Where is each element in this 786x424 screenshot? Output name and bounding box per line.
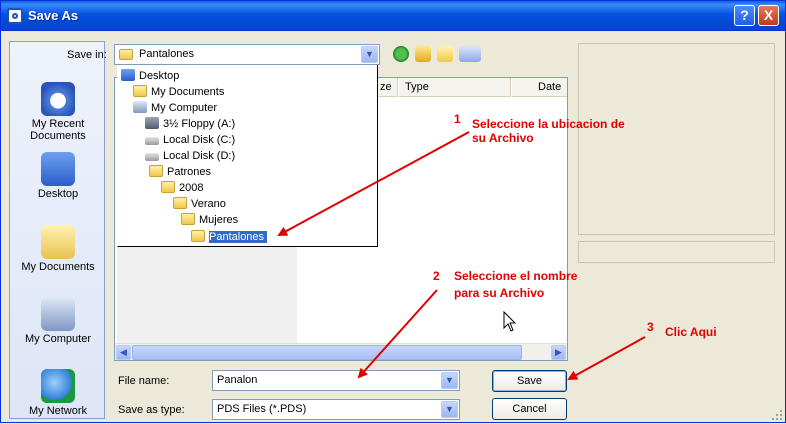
preview-info-bar: [578, 241, 775, 263]
window-title: Save As: [28, 8, 79, 23]
annotation-step1-line2: su Archivo: [472, 131, 534, 145]
file-name-input[interactable]: Panalon ▼: [212, 370, 460, 391]
save-as-type-label: Save as type:: [118, 404, 185, 416]
recent-documents-icon: [41, 82, 75, 116]
desktop-icon: [121, 69, 135, 81]
annotation-arrow-3: [567, 336, 646, 380]
folder-icon: [191, 230, 205, 242]
views-menu-icon[interactable]: [459, 46, 481, 62]
tree-item-verano[interactable]: Verano: [173, 196, 226, 212]
folder-icon: [161, 181, 175, 193]
folder-icon: [181, 213, 195, 225]
selected-folder-label: Pantalones: [209, 231, 268, 243]
tree-item-mujeres[interactable]: Mujeres: [181, 212, 238, 228]
save-in-label: Save in:: [67, 49, 107, 61]
place-label: My Recent Documents: [30, 118, 86, 142]
resize-grip-icon[interactable]: [771, 409, 783, 421]
column-type[interactable]: Type: [399, 78, 511, 97]
place-label: My Computer: [24, 333, 92, 345]
my-documents-icon: [133, 85, 147, 97]
my-documents-icon: [41, 225, 75, 259]
disk-icon: [145, 153, 159, 161]
save-in-value: Pantalones: [139, 48, 195, 60]
title-bar[interactable]: Save As ? X: [1, 1, 785, 31]
folder-icon: [149, 165, 163, 177]
dropdown-shadow-area: [117, 247, 297, 343]
annotation-step1-line1: Seleccione la ubicacion de: [472, 117, 625, 131]
chevron-down-icon[interactable]: ▼: [441, 401, 458, 418]
new-folder-icon[interactable]: [437, 46, 453, 62]
disk-icon: [145, 137, 159, 145]
tree-item-2008[interactable]: 2008: [161, 180, 203, 196]
cancel-button[interactable]: Cancel: [492, 398, 567, 420]
scroll-left-icon[interactable]: ◀: [116, 345, 131, 360]
place-desktop[interactable]: Desktop: [10, 152, 106, 200]
chevron-down-icon[interactable]: ▼: [441, 372, 458, 389]
save-button[interactable]: Save: [492, 370, 567, 392]
tree-item-patrones[interactable]: Patrones: [149, 164, 211, 180]
dialog-icon: [7, 8, 23, 24]
folder-icon: [173, 197, 187, 209]
tree-item-floppy[interactable]: 3½ Floppy (A:): [145, 116, 235, 132]
column-size[interactable]: ze: [378, 78, 398, 97]
tree-item-desktop[interactable]: Desktop: [121, 68, 179, 84]
annotation-step3-number: 3: [647, 320, 654, 334]
place-label: Desktop: [37, 188, 79, 200]
my-network-icon: [41, 369, 75, 403]
tree-item-my-computer[interactable]: My Computer: [133, 100, 217, 116]
place-my-network[interactable]: My Network: [10, 369, 106, 417]
annotation-step2-number: 2: [433, 269, 440, 283]
file-name-value: Panalon: [217, 374, 258, 386]
place-label: My Network: [28, 405, 88, 417]
annotation-step1-number: 1: [454, 112, 461, 126]
scroll-right-icon[interactable]: ▶: [551, 345, 566, 360]
annotation-step2-line2: para su Archivo: [454, 286, 545, 300]
tree-item-my-documents[interactable]: My Documents: [133, 84, 224, 100]
close-button[interactable]: X: [758, 5, 779, 26]
tree-item-local-disk-c[interactable]: Local Disk (C:): [145, 132, 235, 148]
floppy-icon: [145, 117, 159, 129]
preview-pane: [578, 43, 775, 235]
place-recent-documents[interactable]: My Recent Documents: [10, 82, 106, 142]
my-computer-icon: [133, 101, 147, 113]
my-computer-icon: [41, 297, 75, 331]
save-as-type-value: PDS Files (*.PDS): [217, 403, 307, 415]
save-in-combo[interactable]: Pantalones ▼: [114, 44, 380, 65]
mouse-cursor-icon: [503, 311, 517, 332]
file-name-label: File name:: [118, 375, 170, 387]
scroll-thumb[interactable]: [132, 345, 522, 360]
place-my-documents[interactable]: My Documents: [10, 225, 106, 273]
places-bar: My Recent Documents Desktop My Documents…: [9, 41, 105, 419]
horizontal-scrollbar[interactable]: ◀ ▶: [115, 343, 567, 360]
folder-icon: [119, 49, 133, 60]
annotation-step3-text: Clic Aqui: [665, 325, 717, 339]
tree-item-local-disk-d[interactable]: Local Disk (D:): [145, 148, 235, 164]
save-as-type-select[interactable]: PDS Files (*.PDS) ▼: [212, 399, 460, 420]
annotation-step2-line1: Seleccione el nombre: [454, 269, 578, 283]
column-date-modified[interactable]: Date Mo: [512, 78, 567, 97]
tree-item-pantalones[interactable]: Pantalones: [191, 229, 268, 245]
back-icon[interactable]: [393, 46, 409, 62]
up-folder-icon[interactable]: [415, 46, 431, 62]
chevron-down-icon[interactable]: ▼: [361, 46, 378, 63]
place-my-computer[interactable]: My Computer: [10, 297, 106, 345]
place-label: My Documents: [21, 261, 95, 273]
save-as-dialog: Save As ? X My Recent Documents Desktop …: [0, 0, 786, 423]
help-button[interactable]: ?: [734, 5, 755, 26]
desktop-icon: [41, 152, 75, 186]
